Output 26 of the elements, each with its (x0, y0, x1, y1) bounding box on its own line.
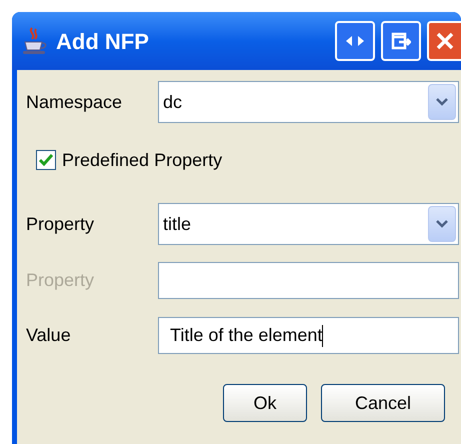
arrows-icon (345, 35, 365, 47)
restore-button[interactable] (335, 21, 375, 61)
window-exit-icon (391, 32, 411, 50)
dropdown-button[interactable] (428, 206, 456, 242)
window-title: Add NFP (56, 28, 150, 56)
checkmark-icon (39, 154, 53, 166)
dropdown-field[interactable]: dc (158, 81, 459, 123)
chevron-down-icon (436, 220, 448, 228)
checkbox[interactable] (36, 150, 56, 170)
field-label: Property (26, 269, 96, 292)
checkbox-label: Predefined Property (62, 148, 222, 172)
dialog-button[interactable]: Cancel (321, 384, 445, 422)
dropdown-field[interactable]: title (158, 203, 459, 245)
dropdown-value: dc (163, 90, 184, 114)
field-label: Value (26, 324, 72, 347)
close-button[interactable] (427, 21, 461, 61)
field-label: Namespace (26, 90, 124, 114)
field-label: Property (26, 212, 96, 236)
close-icon (435, 31, 455, 51)
dropdown-value: title (163, 212, 192, 236)
dock-button[interactable] (381, 21, 421, 61)
text-field[interactable]: Title of the element (158, 317, 459, 354)
chevron-down-icon (436, 98, 448, 106)
dialog-button[interactable]: Ok (223, 384, 307, 422)
coffee-cup-icon (22, 26, 48, 56)
dropdown-button[interactable] (428, 84, 456, 120)
